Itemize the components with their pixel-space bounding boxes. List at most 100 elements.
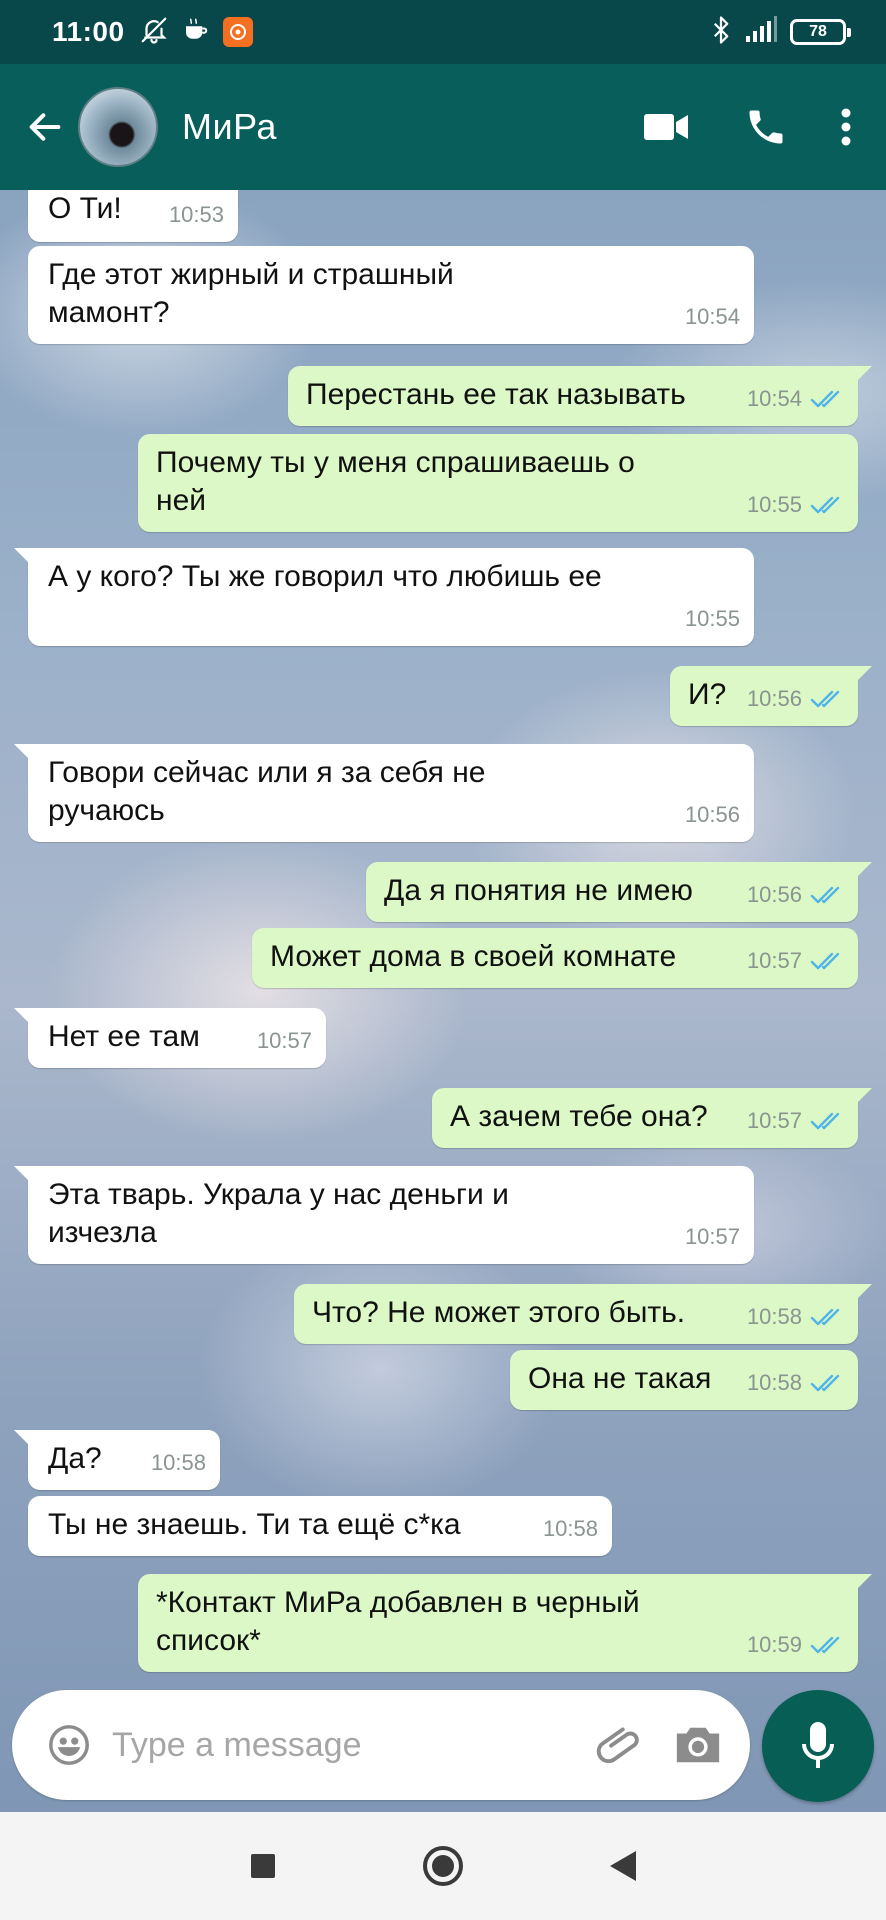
message-outgoing[interactable]: Она не такая 10:58: [510, 1350, 858, 1410]
header-actions: [616, 77, 876, 177]
video-call-icon: [644, 114, 688, 140]
status-left-icons: [139, 15, 253, 50]
message-incoming[interactable]: О Ти! 10:53: [28, 190, 238, 242]
more-options-button[interactable]: [816, 77, 876, 177]
message-meta: 10:58: [151, 1444, 206, 1482]
recents-button[interactable]: [233, 1836, 293, 1896]
emoji-button[interactable]: [42, 1718, 96, 1772]
message-text: Да я понятия не имею: [384, 874, 693, 907]
message-outgoing[interactable]: И? 10:56: [670, 666, 872, 726]
message-text: О Ти!: [48, 192, 122, 225]
message-text: А у кого? Ты же говорил что любишь ее: [48, 560, 602, 593]
status-bar: 11:00 78: [0, 0, 886, 64]
message-incoming[interactable]: Эта тварь. Украла у нас деньги и изчезла…: [14, 1166, 754, 1264]
message-meta: 10:55: [685, 600, 740, 638]
message-time: 10:57: [256, 1028, 312, 1053]
chat-area[interactable]: О Ти! 10:53 Где этот жирный и страшный м…: [0, 190, 886, 1812]
message-text: А зачем тебе она?: [450, 1100, 708, 1133]
message-meta: 10:58: [543, 1510, 598, 1548]
message-incoming[interactable]: Нет ее там 10:57: [14, 1008, 326, 1068]
message-time: 10:57: [746, 1108, 802, 1133]
recents-square-icon: [251, 1854, 275, 1878]
voice-call-button[interactable]: [716, 77, 816, 177]
message-meta: 10:54: [747, 380, 844, 418]
avatar[interactable]: [78, 87, 158, 167]
attach-button[interactable]: [590, 1715, 650, 1775]
message-time: 10:57: [746, 948, 802, 973]
message-incoming[interactable]: Говори сейчас или я за себя не ручаюсь 1…: [14, 744, 754, 842]
message-outgoing[interactable]: А зачем тебе она? 10:57: [432, 1088, 872, 1148]
emoji-icon: [49, 1725, 89, 1765]
message-outgoing[interactable]: Почему ты у меня спрашиваешь о ней 10:55: [138, 434, 858, 532]
message-time: 10:57: [684, 1224, 740, 1249]
voice-message-button[interactable]: [762, 1690, 874, 1802]
message-text: Почему ты у меня спрашиваешь о ней: [156, 446, 635, 517]
message-meta: 10:57: [685, 1218, 740, 1256]
home-circle-icon: [423, 1846, 463, 1886]
read-receipt-icon: [810, 1307, 844, 1327]
back-nav-button[interactable]: [593, 1836, 653, 1896]
read-receipt-icon: [810, 389, 844, 409]
contact-name[interactable]: МиРа: [182, 106, 277, 148]
back-triangle-icon: [610, 1851, 636, 1881]
message-text: Что? Не может этого быть.: [312, 1296, 686, 1329]
message-meta: 10:57: [257, 1022, 312, 1060]
home-button[interactable]: [413, 1836, 473, 1896]
message-meta: 10:56: [685, 796, 740, 834]
back-button[interactable]: [10, 92, 80, 162]
message-text: Говори сейчас или я за себя не ручаюсь: [48, 756, 486, 827]
composer: [12, 1690, 750, 1800]
app-notification-icon: [222, 17, 253, 47]
back-arrow-icon: [29, 113, 61, 141]
message-time: 10:58: [746, 1304, 802, 1329]
read-receipt-icon: [810, 1111, 844, 1131]
message-meta: 10:56: [747, 680, 844, 718]
message-meta: 10:57: [747, 942, 844, 980]
read-receipt-icon: [810, 689, 844, 709]
message-time: 10:53: [168, 202, 224, 227]
camera-icon: [676, 1727, 720, 1763]
read-receipt-icon: [810, 495, 844, 515]
coffee-icon: [181, 15, 211, 50]
message-text: И?: [688, 678, 727, 711]
phone-icon: [749, 110, 783, 144]
message-time: 10:58: [746, 1370, 802, 1395]
message-text: Нет ее там: [48, 1020, 200, 1053]
battery-icon: 78: [790, 19, 851, 45]
message-time: 10:56: [746, 882, 802, 907]
message-outgoing[interactable]: Да я понятия не имею 10:56: [366, 862, 872, 922]
message-text: Ты не знаешь. Ти та ещё с*ка: [48, 1508, 461, 1541]
status-right-icons: 78: [710, 15, 851, 50]
read-receipt-icon: [810, 1635, 844, 1655]
message-meta: 10:55: [747, 486, 844, 524]
system-nav-bar: [0, 1812, 886, 1920]
message-incoming[interactable]: Ты не знаешь. Ти та ещё с*ка 10:58: [28, 1496, 612, 1556]
message-meta: 10:58: [747, 1298, 844, 1336]
message-text: Перестань ее так называть: [306, 378, 686, 411]
message-outgoing[interactable]: Перестань ее так называть 10:54: [288, 366, 872, 426]
message-incoming[interactable]: Да? 10:58: [14, 1430, 220, 1490]
message-outgoing[interactable]: Что? Не может этого быть. 10:58: [294, 1284, 872, 1344]
message-time: 10:58: [150, 1450, 206, 1475]
message-meta: 10:59: [747, 1626, 844, 1664]
message-text: Она не такая: [528, 1362, 712, 1395]
message-input[interactable]: [112, 1715, 572, 1775]
video-call-button[interactable]: [616, 77, 716, 177]
message-incoming[interactable]: Где этот жирный и страшный мамонт? 10:54: [28, 246, 754, 344]
message-incoming[interactable]: А у кого? Ты же говорил что любишь ее 10…: [14, 548, 754, 646]
camera-button[interactable]: [668, 1715, 728, 1775]
message-outgoing[interactable]: Может дома в своей комнате 10:57: [252, 928, 858, 988]
read-receipt-icon: [810, 885, 844, 905]
more-vert-icon: [841, 108, 851, 146]
message-time: 10:56: [746, 686, 802, 711]
message-time: 10:56: [684, 802, 740, 827]
message-time: 10:58: [542, 1516, 598, 1541]
message-outgoing[interactable]: *Контакт МиРа добавлен в черный список* …: [138, 1574, 872, 1672]
mic-icon: [802, 1722, 834, 1768]
message-time: 10:55: [746, 492, 802, 517]
message-time: 10:55: [684, 606, 740, 631]
message-meta: 10:53: [169, 196, 224, 234]
message-meta: 10:54: [685, 298, 740, 336]
signal-icon: [744, 15, 778, 49]
chat-header: МиРа: [0, 64, 886, 190]
